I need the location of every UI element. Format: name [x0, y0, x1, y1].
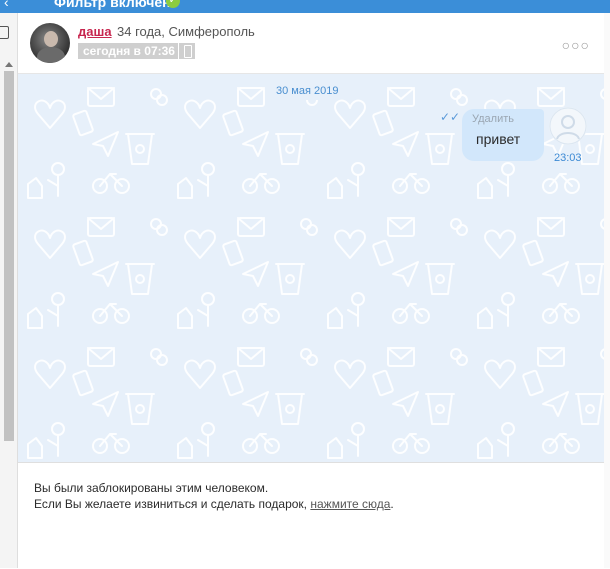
- read-checkmarks-icon: ✓✓: [440, 110, 461, 124]
- filter-check-badge: ✓: [166, 0, 180, 8]
- mobile-phone-icon: [178, 43, 195, 59]
- user-meta: 34 года, Симферополь: [117, 24, 255, 39]
- last-seen-badge: сегодня в 07:36: [78, 43, 180, 59]
- gift-link[interactable]: нажмите сюда: [310, 497, 390, 511]
- date-separator: 30 мая 2019: [269, 82, 346, 100]
- avatar-body: [37, 47, 65, 63]
- chat-area: 30 мая 2019 ✓✓ Удалить привет 23:03: [18, 74, 604, 462]
- scroll-up-arrow-icon[interactable]: [5, 62, 13, 67]
- message-bubble: Удалить привет: [462, 109, 544, 161]
- delete-message-link[interactable]: Удалить: [472, 113, 514, 125]
- page-icon: [0, 26, 9, 39]
- message-text: привет: [476, 131, 521, 147]
- scrollbar-thumb[interactable]: [4, 71, 14, 441]
- username-link[interactable]: даша: [78, 24, 112, 39]
- back-icon[interactable]: ‹: [4, 0, 9, 10]
- more-options-icon[interactable]: ○○○: [562, 37, 590, 53]
- user-silhouette-icon: [549, 107, 587, 145]
- blocked-notice: Вы были заблокированы этим человеком. Ес…: [18, 462, 604, 569]
- blocked-text: Вы были заблокированы этим человеком.: [34, 481, 269, 495]
- chat-header: даша 34 года, Симферополь сегодня в 07:3…: [18, 13, 604, 74]
- user-avatar[interactable]: [30, 23, 70, 63]
- apology-prefix: Если Вы желаете извиниться и сделать под…: [34, 497, 311, 511]
- apology-suffix: .: [390, 497, 394, 511]
- filter-title: Фильтр включен: [54, 0, 171, 10]
- right-edge-panel: [603, 13, 610, 568]
- top-bar: ‹ Фильтр включен ✓: [0, 0, 610, 13]
- left-scroll-column: [0, 13, 18, 568]
- avatar-face: [44, 31, 58, 47]
- apology-text: Если Вы желаете извиниться и сделать под…: [34, 497, 394, 511]
- message-time: 23:03: [554, 152, 582, 164]
- own-avatar: [549, 107, 587, 145]
